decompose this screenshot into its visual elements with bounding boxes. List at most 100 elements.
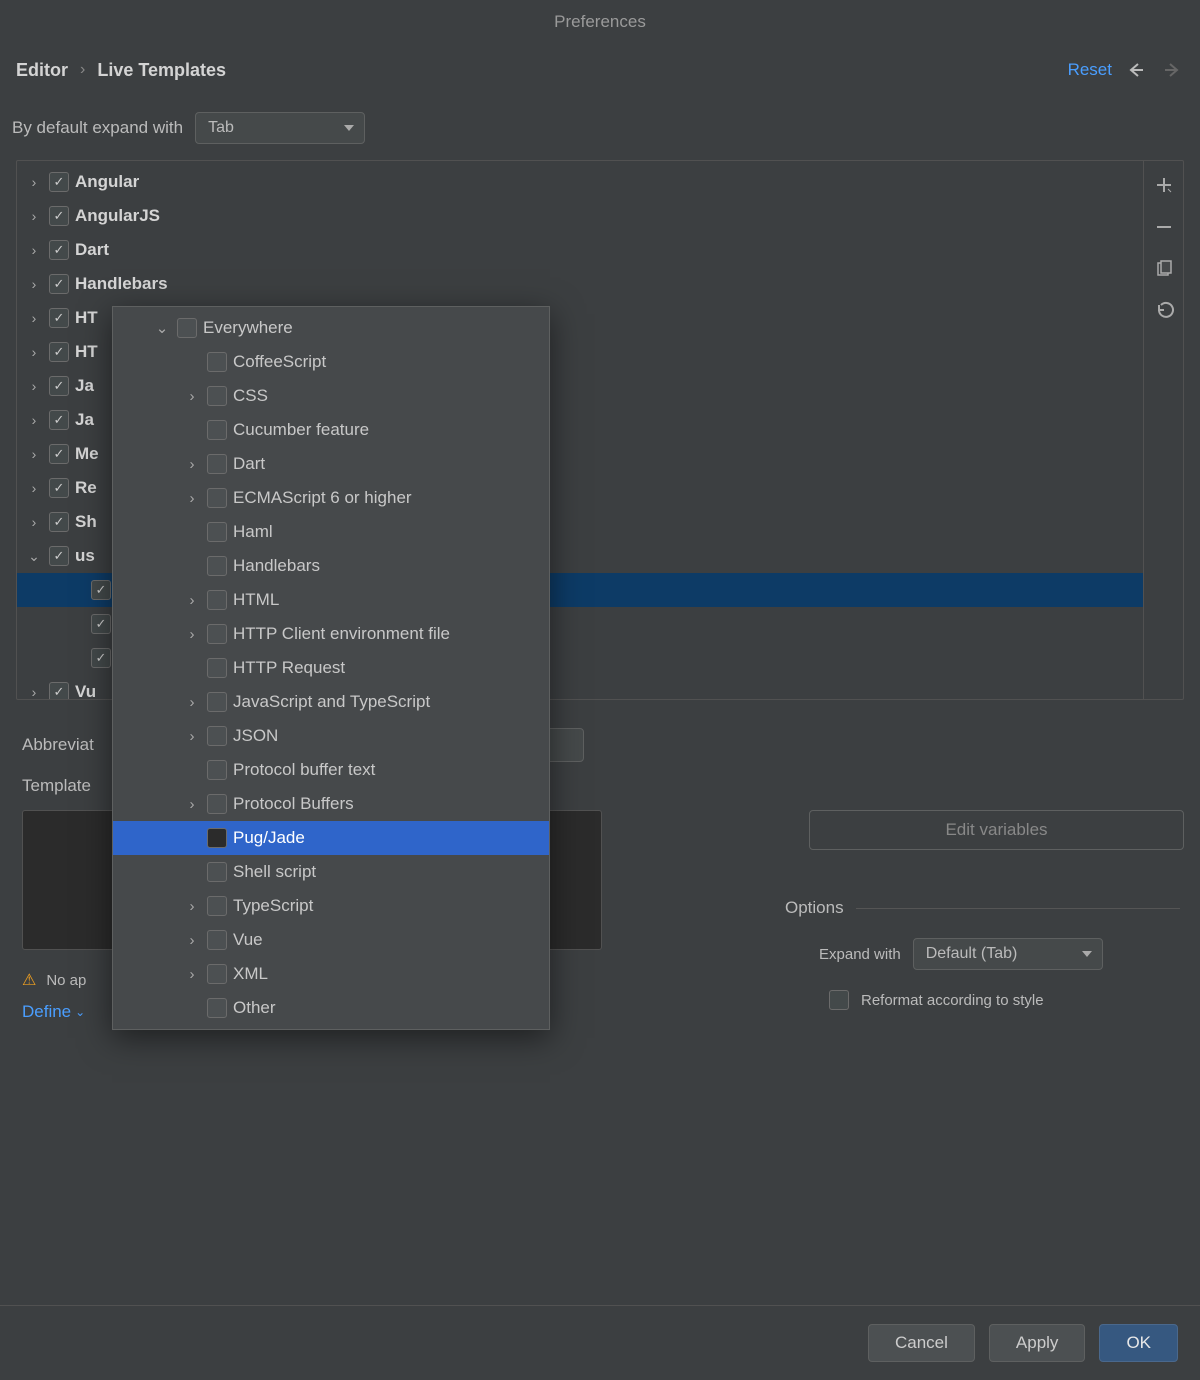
chevron-right-icon[interactable]: › — [183, 728, 201, 745]
chevron-right-icon[interactable]: › — [183, 796, 201, 813]
popup-item[interactable]: Pug/Jade — [113, 821, 549, 855]
popup-checkbox[interactable] — [207, 420, 227, 440]
popup-item[interactable]: ›HTML — [113, 583, 549, 617]
remove-icon[interactable] — [1152, 215, 1176, 239]
tree-row[interactable]: ›Handlebars — [17, 267, 1143, 301]
apply-button[interactable]: Apply — [989, 1324, 1086, 1362]
popup-checkbox[interactable] — [207, 896, 227, 916]
tree-checkbox[interactable] — [91, 580, 111, 600]
context-popup[interactable]: ⌄EverywhereCoffeeScript›CSSCucumber feat… — [112, 306, 550, 1030]
popup-checkbox[interactable] — [207, 794, 227, 814]
chevron-right-icon[interactable]: › — [183, 388, 201, 405]
chevron-right-icon[interactable]: › — [25, 309, 43, 327]
chevron-right-icon[interactable]: › — [25, 513, 43, 531]
chevron-right-icon[interactable]: › — [183, 694, 201, 711]
chevron-right-icon[interactable]: › — [183, 592, 201, 609]
expand-with-option-select[interactable]: Default (Tab) — [913, 938, 1103, 970]
copy-icon[interactable] — [1152, 257, 1176, 281]
tree-checkbox[interactable] — [49, 410, 69, 430]
chevron-right-icon[interactable]: › — [183, 898, 201, 915]
popup-checkbox[interactable] — [207, 590, 227, 610]
breadcrumb-parent[interactable]: Editor — [16, 60, 68, 81]
chevron-right-icon[interactable]: › — [183, 932, 201, 949]
chevron-right-icon[interactable]: › — [25, 173, 43, 191]
tree-checkbox[interactable] — [49, 342, 69, 362]
popup-item[interactable]: ›TypeScript — [113, 889, 549, 923]
tree-checkbox[interactable] — [49, 376, 69, 396]
popup-checkbox[interactable] — [207, 454, 227, 474]
popup-item[interactable]: ›Dart — [113, 447, 549, 481]
chevron-down-icon[interactable]: ⌄ — [153, 319, 171, 337]
popup-checkbox[interactable] — [207, 522, 227, 542]
tree-checkbox[interactable] — [49, 478, 69, 498]
tree-checkbox[interactable] — [49, 206, 69, 226]
popup-item[interactable]: Cucumber feature — [113, 413, 549, 447]
popup-checkbox[interactable] — [177, 318, 197, 338]
popup-item[interactable]: ›Vue — [113, 923, 549, 957]
popup-item[interactable]: ›JSON — [113, 719, 549, 753]
popup-checkbox[interactable] — [207, 386, 227, 406]
popup-item[interactable]: Haml — [113, 515, 549, 549]
popup-item[interactable]: ›CSS — [113, 379, 549, 413]
chevron-right-icon[interactable]: › — [25, 377, 43, 395]
tree-checkbox[interactable] — [49, 172, 69, 192]
popup-item[interactable]: CoffeeScript — [113, 345, 549, 379]
popup-checkbox[interactable] — [207, 760, 227, 780]
chevron-right-icon[interactable]: › — [183, 626, 201, 643]
popup-item[interactable]: ›Protocol Buffers — [113, 787, 549, 821]
popup-checkbox[interactable] — [207, 930, 227, 950]
chevron-right-icon[interactable]: › — [25, 411, 43, 429]
revert-icon[interactable] — [1152, 299, 1176, 323]
add-icon[interactable] — [1152, 173, 1176, 197]
popup-item[interactable]: ›HTTP Client environment file — [113, 617, 549, 651]
tree-checkbox[interactable] — [91, 648, 111, 668]
tree-checkbox[interactable] — [49, 444, 69, 464]
popup-checkbox[interactable] — [207, 862, 227, 882]
popup-checkbox[interactable] — [207, 488, 227, 508]
tree-checkbox[interactable] — [49, 546, 69, 566]
reset-link[interactable]: Reset — [1068, 60, 1112, 80]
popup-item[interactable]: ⌄Everywhere — [113, 311, 549, 345]
expand-with-select[interactable]: Tab — [195, 112, 365, 144]
chevron-right-icon[interactable]: › — [183, 966, 201, 983]
popup-item[interactable]: Other — [113, 991, 549, 1025]
popup-checkbox[interactable] — [207, 998, 227, 1018]
popup-item[interactable]: HTTP Request — [113, 651, 549, 685]
tree-checkbox[interactable] — [91, 614, 111, 634]
popup-checkbox[interactable] — [207, 556, 227, 576]
tree-checkbox[interactable] — [49, 274, 69, 294]
popup-item[interactable]: ›ECMAScript 6 or higher — [113, 481, 549, 515]
tree-checkbox[interactable] — [49, 240, 69, 260]
reformat-checkbox[interactable] — [829, 990, 849, 1010]
tree-checkbox[interactable] — [49, 512, 69, 532]
chevron-right-icon[interactable]: › — [25, 683, 43, 699]
popup-checkbox[interactable] — [207, 658, 227, 678]
popup-item[interactable]: Handlebars — [113, 549, 549, 583]
back-arrow-icon[interactable] — [1124, 58, 1148, 82]
popup-checkbox[interactable] — [207, 624, 227, 644]
edit-variables-button[interactable]: Edit variables — [809, 810, 1184, 850]
chevron-right-icon[interactable]: › — [25, 445, 43, 463]
chevron-right-icon[interactable]: › — [25, 343, 43, 361]
tree-checkbox[interactable] — [49, 308, 69, 328]
popup-item[interactable]: Shell script — [113, 855, 549, 889]
popup-item[interactable]: ›JavaScript and TypeScript — [113, 685, 549, 719]
popup-item[interactable]: ›XML — [113, 957, 549, 991]
tree-row[interactable]: ›AngularJS — [17, 199, 1143, 233]
chevron-right-icon[interactable]: › — [25, 275, 43, 293]
popup-checkbox[interactable] — [207, 726, 227, 746]
chevron-right-icon[interactable]: › — [183, 456, 201, 473]
popup-item[interactable]: Protocol buffer text — [113, 753, 549, 787]
chevron-right-icon[interactable]: › — [25, 479, 43, 497]
tree-row[interactable]: ›Dart — [17, 233, 1143, 267]
chevron-right-icon[interactable]: › — [183, 490, 201, 507]
tree-row[interactable]: ›Angular — [17, 165, 1143, 199]
popup-checkbox[interactable] — [207, 964, 227, 984]
chevron-right-icon[interactable]: › — [25, 207, 43, 225]
chevron-right-icon[interactable]: › — [25, 241, 43, 259]
chevron-down-icon[interactable]: ⌄ — [25, 547, 43, 565]
popup-checkbox[interactable] — [207, 692, 227, 712]
tree-checkbox[interactable] — [49, 682, 69, 699]
popup-checkbox[interactable] — [207, 352, 227, 372]
popup-checkbox[interactable] — [207, 828, 227, 848]
